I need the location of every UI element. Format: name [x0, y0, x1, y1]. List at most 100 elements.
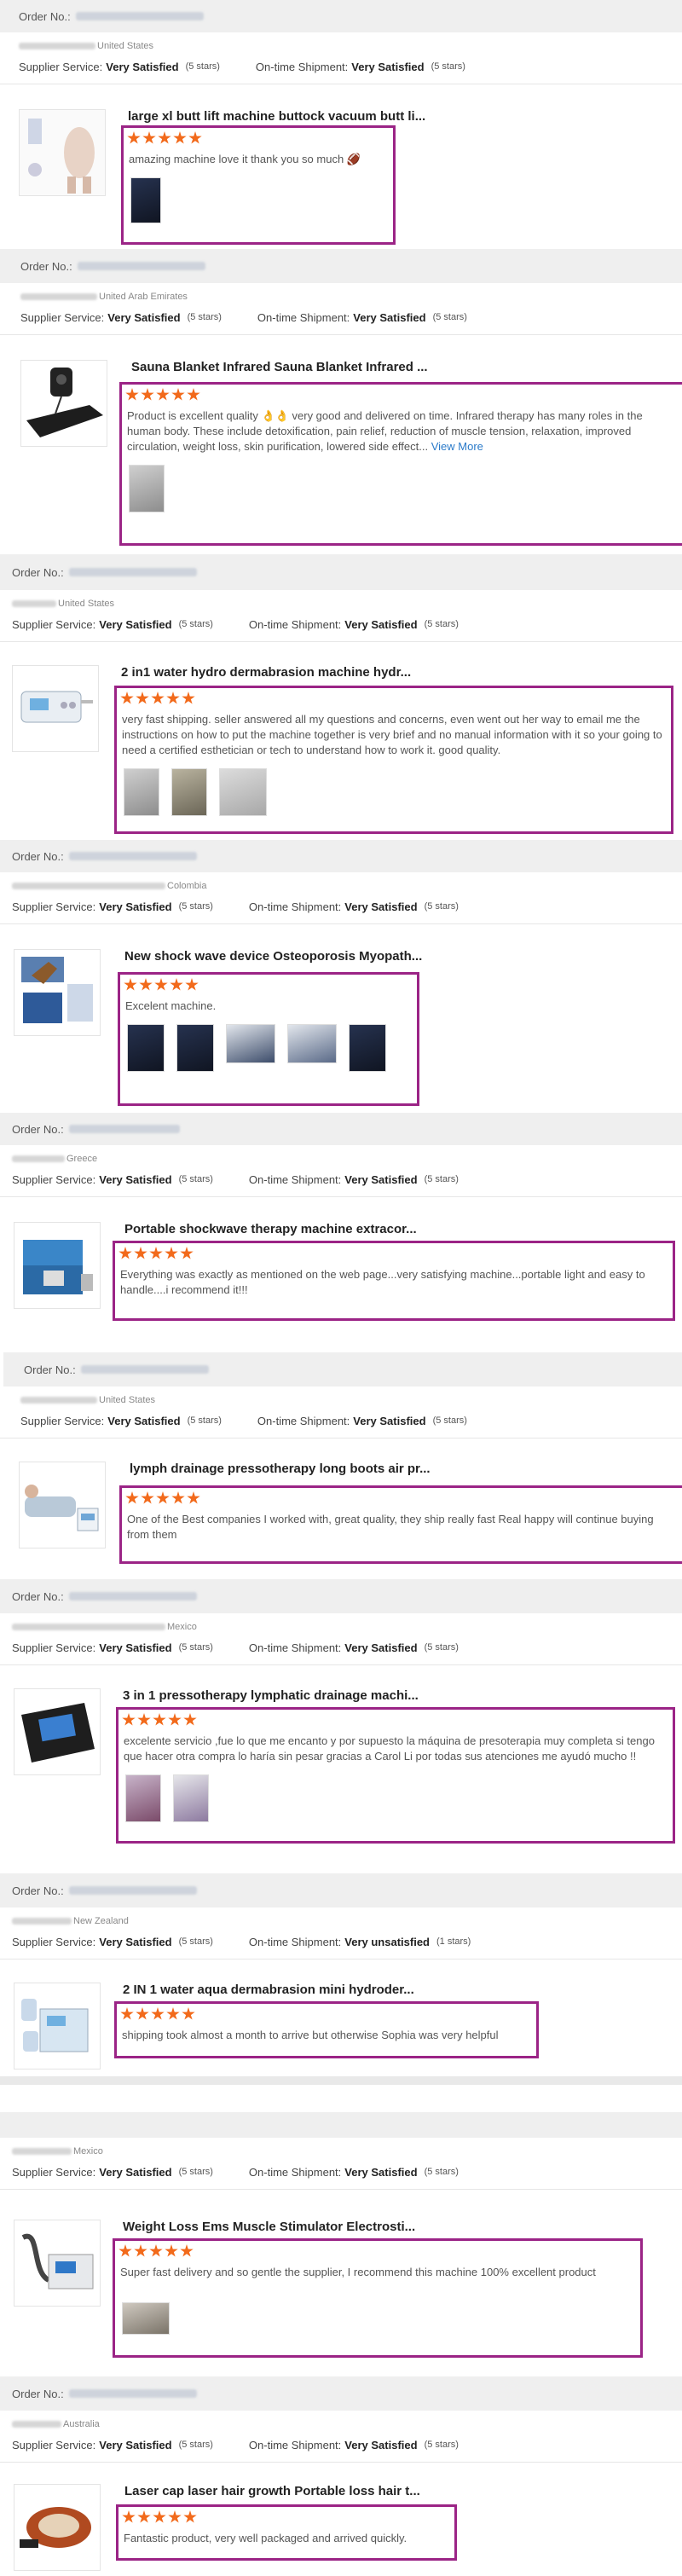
supplier-stars: (5 stars)	[187, 1415, 222, 1426]
product-title[interactable]: 3 in 1 pressotherapy lymphatic drainage …	[123, 1688, 419, 1703]
review-photo[interactable]	[287, 1024, 337, 1063]
shipment-rating: Very Satisfied	[344, 1641, 418, 1654]
star-icon	[124, 978, 137, 991]
ontime-shipment-label: On-time Shipment:	[248, 2165, 342, 2179]
review-photo[interactable]	[173, 1774, 209, 1822]
star-icon	[139, 978, 153, 991]
star-icon	[122, 2510, 136, 2523]
supplier-rating: Very Satisfied	[107, 310, 181, 324]
product-image[interactable]	[14, 1222, 101, 1309]
product-title[interactable]: large xl butt lift machine buttock vacuu…	[128, 109, 425, 124]
supplier-stars: (5 stars)	[178, 1936, 213, 1947]
review-photo[interactable]	[176, 1024, 214, 1072]
star-icon	[149, 2244, 163, 2257]
review-photo[interactable]	[219, 768, 267, 816]
buyer-country: Colombia	[167, 881, 207, 891]
ontime-shipment-label: On-time Shipment:	[248, 900, 342, 913]
product-title[interactable]: 2 in1 water hydro dermabrasion machine h…	[121, 665, 411, 680]
product-image[interactable]	[19, 1462, 106, 1548]
star-icon	[158, 131, 171, 144]
review-photo[interactable]	[129, 465, 165, 512]
product-image[interactable]	[14, 2484, 101, 2571]
review-text-content: Product is excellent quality 👌👌 very goo…	[127, 409, 643, 453]
buyer-country: Mexico	[167, 1622, 197, 1632]
star-icon	[153, 2510, 166, 2523]
star-icon	[156, 388, 170, 401]
supplier-rating: Very Satisfied	[99, 1641, 172, 1654]
star-icon	[154, 978, 168, 991]
rating-stars	[118, 1247, 673, 1260]
star-icon	[170, 978, 183, 991]
order-bar: Order No.:	[0, 840, 682, 872]
buyer-info: Mexico	[12, 2145, 682, 2158]
product-title[interactable]: Laser cap laser hair growth Portable los…	[124, 2484, 420, 2498]
shipment-rating: Very Satisfied	[351, 60, 425, 73]
star-icon	[141, 1491, 154, 1504]
order-no-label: Order No.:	[12, 565, 64, 579]
review-photo[interactable]	[349, 1024, 386, 1072]
buyer-info: Mexico	[12, 1620, 682, 1634]
ontime-shipment-label: On-time Shipment:	[248, 1172, 342, 1186]
ratings-row: Supplier Service: Very Satisfied (5 star…	[12, 1639, 682, 1656]
star-icon	[136, 2007, 149, 2020]
rating-stars	[124, 978, 417, 992]
buyer-country: United States	[58, 599, 115, 609]
review-text: shipping took almost a month to arrive b…	[122, 2029, 499, 2041]
supplier-rating: Very Satisfied	[99, 2438, 172, 2452]
review-photo[interactable]	[127, 1024, 165, 1072]
rating-stars	[120, 692, 671, 705]
review-photo[interactable]	[130, 177, 161, 223]
review-highlight: One of the Best companies I worked with,…	[119, 1485, 682, 1564]
portable-shockwave-case-image	[14, 1223, 100, 1308]
product-title[interactable]: Portable shockwave therapy machine extra…	[124, 1222, 417, 1236]
review-card: Order No.: New Zealand Supplier Service:…	[0, 1873, 682, 2112]
product-title[interactable]: 2 IN 1 water aqua dermabrasion mini hydr…	[123, 1983, 414, 1997]
supplier-rating: Very Satisfied	[99, 900, 172, 913]
view-more-link[interactable]: View More	[431, 440, 483, 453]
review-photo[interactable]	[171, 768, 207, 816]
order-bar: Order No.:	[0, 1873, 682, 1907]
review-photo[interactable]	[125, 1774, 161, 1822]
review-highlight: excelente servicio ,fue lo que me encant…	[116, 1707, 675, 1844]
star-icon	[151, 2007, 165, 2020]
product-title[interactable]: Weight Loss Ems Muscle Stimulator Electr…	[123, 2220, 415, 2234]
star-icon	[165, 2244, 178, 2257]
review-photo[interactable]	[226, 1024, 275, 1063]
star-icon	[180, 2244, 194, 2257]
star-icon	[136, 692, 149, 704]
review-photo[interactable]	[122, 2302, 170, 2335]
shipment-rating: Very Satisfied	[344, 900, 418, 913]
supplier-stars: (5 stars)	[185, 61, 220, 72]
ontime-shipment-label: On-time Shipment:	[248, 1641, 342, 1654]
supplier-service-label: Supplier Service:	[20, 310, 105, 324]
ontime-shipment-label: On-time Shipment:	[257, 310, 350, 324]
product-image[interactable]	[14, 2220, 101, 2307]
product-image[interactable]	[14, 1983, 101, 2069]
review-highlight: Excelent machine.	[118, 972, 419, 1106]
laser-cap-image	[14, 2485, 100, 2570]
ratings-row: Supplier Service: Very Satisfied (5 star…	[12, 898, 682, 915]
product-image[interactable]	[14, 949, 101, 1036]
rating-stars	[120, 2007, 536, 2021]
order-number-redacted	[68, 1592, 197, 1601]
product-image[interactable]	[20, 360, 107, 447]
star-icon	[127, 131, 141, 144]
product-title[interactable]: Sauna Blanket Infrared Sauna Blanket Inf…	[131, 360, 428, 374]
review-text: amazing machine love it thank you so muc…	[129, 153, 361, 165]
shipment-rating: Very unsatisfied	[344, 1935, 430, 1948]
star-icon	[168, 1713, 182, 1726]
star-icon	[134, 2244, 147, 2257]
review-highlight: amazing machine love it thank you so muc…	[121, 125, 396, 245]
product-title[interactable]: New shock wave device Osteoporosis Myopa…	[124, 949, 422, 964]
star-icon	[187, 1491, 200, 1504]
supplier-stars: (5 stars)	[178, 619, 213, 629]
product-image[interactable]	[12, 665, 99, 752]
review-photo[interactable]	[124, 768, 159, 816]
shipment-rating: Very Satisfied	[344, 617, 418, 631]
supplier-stars: (5 stars)	[178, 2167, 213, 2177]
product-title[interactable]: lymph drainage pressotherapy long boots …	[130, 1462, 431, 1476]
review-text: very fast shipping. seller answered all …	[122, 713, 662, 756]
star-icon	[141, 388, 154, 401]
product-image[interactable]	[19, 109, 106, 196]
product-image[interactable]	[14, 1688, 101, 1775]
